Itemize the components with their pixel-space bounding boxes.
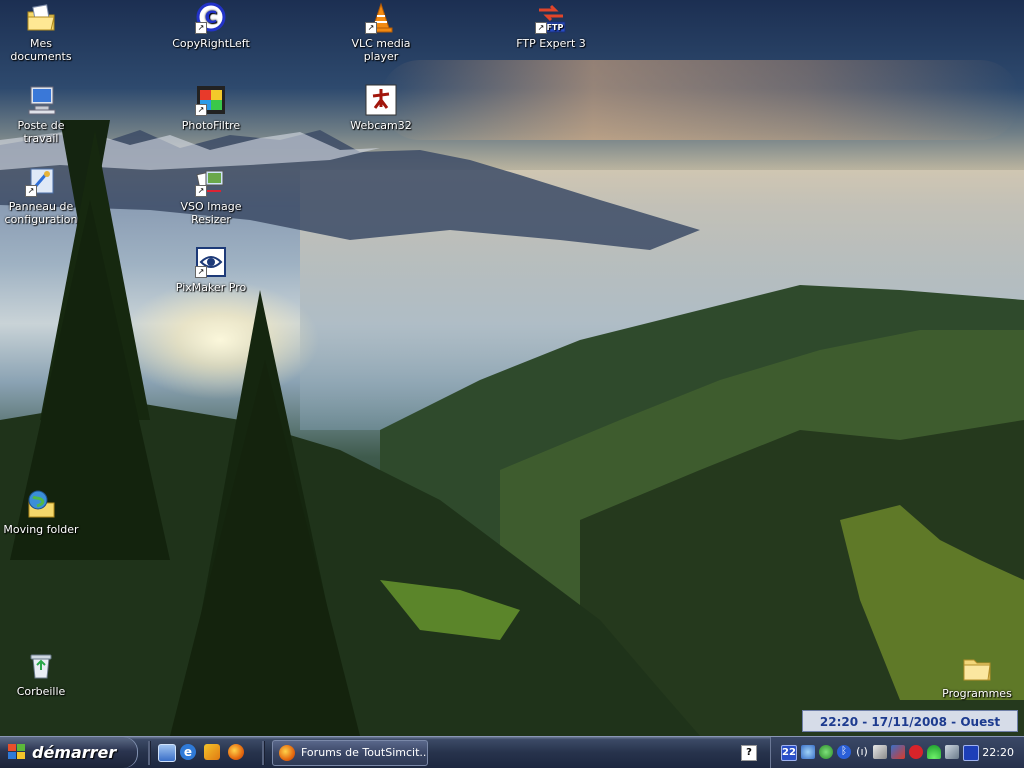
desktop-icon-panneau-de-configuration[interactable]: ↗ Panneau de configuration — [1, 165, 81, 226]
start-label: démarrer — [32, 743, 117, 762]
desktop-icon-label: PhotoFiltre — [181, 119, 241, 132]
shortcut-arrow-icon: ↗ — [535, 22, 547, 34]
desktop-icon-vlc-media-player[interactable]: ↗ VLC media player — [341, 2, 421, 63]
desktop-icon-programmes[interactable]: Programmes — [937, 652, 1017, 700]
desktop-icon-label: VSO Image Resizer — [180, 200, 242, 226]
firefox-icon — [279, 745, 295, 761]
messenger-icon[interactable] — [819, 745, 833, 759]
recycle-bin-icon — [25, 650, 57, 682]
connection-icon[interactable] — [873, 745, 887, 759]
image-resizer-icon: ↗ — [195, 165, 227, 197]
tray-clock[interactable]: 22:20 — [982, 737, 1014, 768]
globe-folder-icon — [25, 488, 57, 520]
antivirus-icon[interactable] — [891, 745, 905, 759]
taskbar-button-firefox-window[interactable]: Forums de ToutSimcit... — [272, 740, 428, 766]
webcam-icon — [365, 84, 397, 116]
pixmaker-icon: ↗ — [195, 246, 227, 278]
volume-icon[interactable] — [945, 745, 959, 759]
desktop[interactable]: Mes documents Poste de travail ↗ Panneau… — [0, 0, 1024, 736]
desktop-icon-label: Corbeille — [16, 685, 66, 698]
taskbar: démarrer e Forums de ToutSimcit... ? 22 … — [0, 736, 1024, 768]
desktop-icon-label: Programmes — [942, 687, 1012, 700]
control-panel-icon: ↗ — [25, 165, 57, 197]
taskbar-button-label: Forums de ToutSimcit... — [301, 746, 428, 759]
start-button[interactable]: démarrer — [0, 737, 138, 768]
wireless-signal-icon[interactable]: (ı) — [855, 745, 869, 759]
computer-icon — [25, 84, 57, 116]
desktop-icon-label: Mes documents — [10, 37, 72, 63]
show-desktop-icon[interactable] — [158, 744, 176, 762]
help-icon[interactable]: ? — [741, 745, 757, 761]
windows-logo-icon — [8, 744, 26, 760]
desktop-icon-label: Panneau de configuration — [4, 200, 78, 226]
ftp-icon: FTP ↗ — [535, 2, 567, 34]
desktop-icon-label: Webcam32 — [350, 119, 412, 132]
shortcut-arrow-icon: ↗ — [25, 185, 37, 197]
wifi-icon[interactable] — [927, 745, 941, 759]
taskbar-separator — [262, 741, 265, 765]
network-icon[interactable] — [801, 745, 815, 759]
desktop-icon-label: FTP Expert 3 — [516, 37, 586, 50]
system-tray: 22 ᛒ (ı) 22:20 — [770, 737, 1024, 768]
svg-text:FTP: FTP — [547, 23, 564, 32]
shortcut-arrow-icon: ↗ — [195, 266, 207, 278]
shortcut-arrow-icon: ↗ — [195, 22, 207, 34]
desktop-icon-label: Moving folder — [3, 523, 79, 536]
monitor-icon[interactable] — [963, 745, 979, 761]
shortcut-arrow-icon: ↗ — [195, 185, 207, 197]
photofiltre-icon: ↗ — [195, 84, 227, 116]
desktop-icon-label: CopyRightLeft — [172, 37, 250, 50]
desktop-icon-ftp-expert-3[interactable]: FTP ↗ FTP Expert 3 — [511, 2, 591, 50]
documents-folder-icon — [25, 2, 57, 34]
desktop-icon-moving-folder[interactable]: Moving folder — [1, 488, 81, 536]
desktop-icon-label: VLC media player — [351, 37, 411, 63]
tray-badge[interactable]: 22 — [781, 745, 797, 761]
desktop-icon-webcam32[interactable]: Webcam32 — [341, 84, 421, 132]
desktop-icon-photofiltre[interactable]: ↗ PhotoFiltre — [171, 84, 251, 132]
desktop-icon-pixmaker-pro[interactable]: ↗ PixMaker Pro — [171, 246, 251, 294]
desktop-icon-label: Poste de travail — [17, 119, 65, 145]
shortcut-arrow-icon: ↗ — [365, 22, 377, 34]
desktop-icon-corbeille[interactable]: Corbeille — [1, 650, 81, 698]
desktop-icon-vso-image-resizer[interactable]: ↗ VSO Image Resizer — [171, 165, 251, 226]
media-icon[interactable] — [204, 744, 220, 760]
date-time-banner: 22:20 - 17/11/2008 - Ouest Europe — [802, 710, 1018, 732]
firefox-icon[interactable] — [228, 744, 244, 760]
taskbar-separator — [148, 741, 151, 765]
internet-explorer-icon[interactable]: e — [180, 744, 196, 760]
shortcut-arrow-icon: ↗ — [195, 104, 207, 116]
security-icon[interactable] — [909, 745, 923, 759]
desktop-icon-mes-documents[interactable]: Mes documents — [1, 2, 81, 63]
vlc-cone-icon: ↗ — [365, 2, 397, 34]
desktop-icon-label: PixMaker Pro — [175, 281, 247, 294]
desktop-icon-copyrightleft[interactable]: C ↗ CopyRightLeft — [171, 2, 251, 50]
bluetooth-icon[interactable]: ᛒ — [837, 745, 851, 759]
folder-icon — [961, 652, 993, 684]
wallpaper-landscape — [0, 120, 1024, 736]
copyright-icon: C ↗ — [195, 2, 227, 34]
desktop-icon-poste-de-travail[interactable]: Poste de travail — [1, 84, 81, 145]
